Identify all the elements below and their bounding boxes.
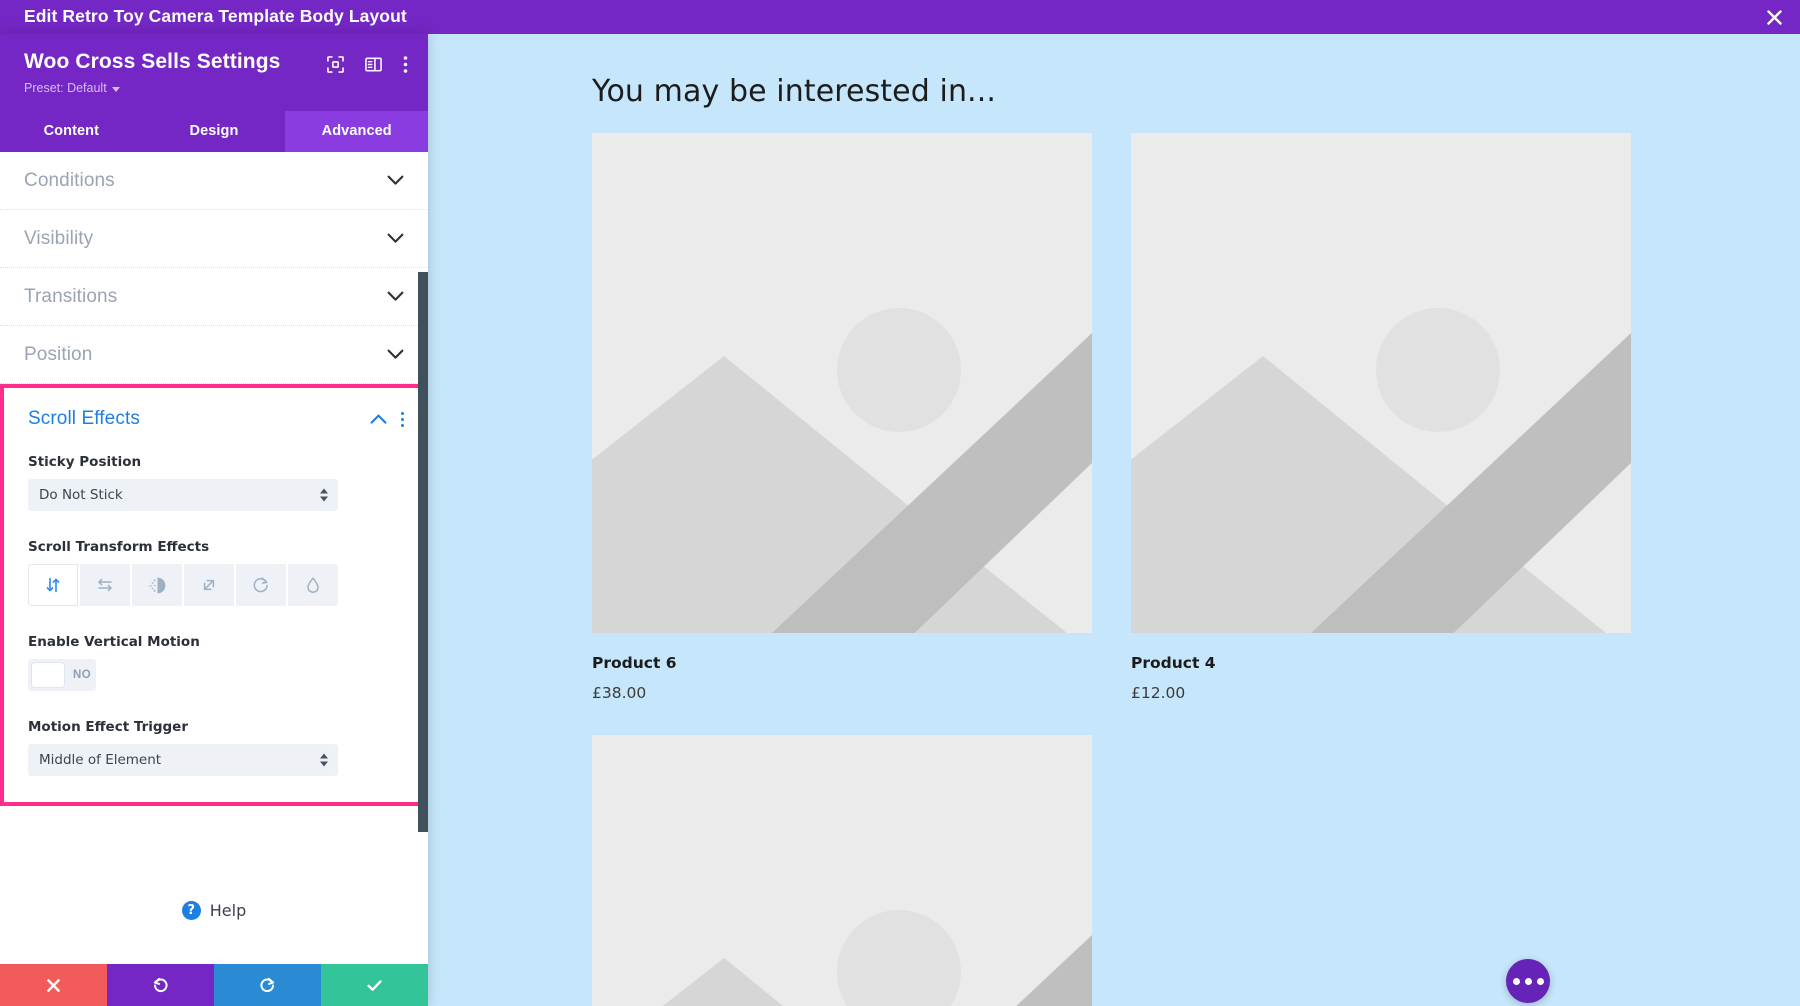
product-image-placeholder[interactable] bbox=[592, 133, 1092, 633]
chevron-down-icon[interactable] bbox=[387, 349, 404, 360]
close-icon[interactable] bbox=[1748, 0, 1800, 34]
accordion-section-visibility[interactable]: Visibility bbox=[0, 210, 428, 268]
toggle-knob bbox=[32, 663, 64, 687]
app-bar-title: Edit Retro Toy Camera Template Body Layo… bbox=[24, 6, 407, 27]
accordion-section-transitions[interactable]: Transitions bbox=[0, 268, 428, 326]
blur-icon[interactable] bbox=[288, 564, 338, 606]
section-label: Conditions bbox=[24, 169, 115, 191]
scroll-transform-effects-group bbox=[28, 564, 404, 606]
accordion-section-position[interactable]: Position bbox=[0, 326, 428, 384]
settings-scrollbar[interactable] bbox=[418, 272, 428, 832]
sticky-position-value: Do Not Stick bbox=[39, 487, 123, 503]
sticky-position-label: Sticky Position bbox=[28, 454, 142, 470]
cross-sells-heading: You may be interested in... bbox=[592, 74, 996, 109]
product-card[interactable]: Product 4 £12.00 bbox=[1131, 133, 1631, 702]
section-label: Transitions bbox=[24, 285, 118, 307]
settings-tabs: Content Design Advanced bbox=[0, 111, 429, 152]
more-options-button[interactable] bbox=[1506, 959, 1550, 1003]
product-name[interactable]: Product 4 bbox=[1131, 654, 1631, 672]
app-bar: Edit Retro Toy Camera Template Body Layo… bbox=[0, 0, 1800, 34]
kebab-menu-icon[interactable] bbox=[403, 55, 408, 74]
chevron-down-icon[interactable] bbox=[387, 291, 404, 302]
scroll-transform-effects-label: Scroll Transform Effects bbox=[28, 539, 210, 555]
website-preview-canvas[interactable]: You may be interested in... Product 6 £3… bbox=[428, 34, 1800, 1006]
horizontal-motion-icon[interactable] bbox=[80, 564, 130, 606]
product-card[interactable]: Product 6 £38.00 bbox=[592, 133, 1092, 702]
product-image-placeholder[interactable] bbox=[592, 735, 1092, 1006]
product-price: £12.00 bbox=[1131, 684, 1186, 702]
screen: You may be interested in... Product 6 £3… bbox=[0, 0, 1800, 1006]
layout-panel-icon[interactable] bbox=[365, 56, 382, 73]
save-button[interactable] bbox=[321, 964, 428, 1006]
module-settings-modal: Woo Cross Sells Settings Preset: Default… bbox=[0, 34, 429, 1006]
section-options-icon[interactable] bbox=[401, 411, 404, 427]
section-label: Position bbox=[24, 343, 93, 365]
scaling-up-down-icon[interactable] bbox=[184, 564, 234, 606]
modal-title: Woo Cross Sells Settings bbox=[24, 50, 281, 73]
product-price: £38.00 bbox=[592, 684, 647, 702]
help-row[interactable]: ? Help bbox=[0, 856, 428, 964]
ellipsis-dot bbox=[1536, 977, 1544, 985]
enable-vertical-motion-label: Enable Vertical Motion bbox=[28, 634, 200, 650]
focus-target-icon[interactable] bbox=[327, 56, 344, 73]
fade-in-out-icon[interactable] bbox=[132, 564, 182, 606]
redo-button[interactable] bbox=[214, 964, 321, 1006]
chevron-up-icon[interactable] bbox=[370, 414, 387, 425]
tab-advanced[interactable]: Advanced bbox=[285, 111, 429, 152]
preset-selector[interactable]: Preset: Default bbox=[24, 81, 408, 111]
rotating-icon[interactable] bbox=[236, 564, 286, 606]
undo-button[interactable] bbox=[107, 964, 214, 1006]
product-card[interactable] bbox=[592, 735, 1092, 1006]
section-label: Scroll Effects bbox=[28, 408, 140, 429]
stepper-arrows-icon bbox=[320, 488, 328, 502]
enable-vertical-motion-toggle[interactable]: NO bbox=[28, 659, 96, 691]
product-name[interactable]: Product 6 bbox=[592, 654, 1092, 672]
motion-effect-trigger-value: Middle of Element bbox=[39, 752, 162, 768]
toggle-state-label: NO bbox=[73, 669, 92, 681]
settings-panel-body: Conditions Visibility Transitions Positi… bbox=[0, 152, 428, 856]
vertical-motion-icon[interactable] bbox=[28, 564, 78, 606]
stepper-arrows-icon bbox=[320, 753, 328, 767]
modal-header: Woo Cross Sells Settings Preset: Default bbox=[0, 34, 428, 111]
section-label: Visibility bbox=[24, 227, 94, 249]
chevron-down-icon bbox=[111, 86, 120, 92]
motion-effect-trigger-select[interactable]: Middle of Element bbox=[28, 744, 338, 776]
preset-label: Preset: Default bbox=[24, 81, 107, 95]
help-label: Help bbox=[209, 900, 247, 920]
motion-effect-trigger-label: Motion Effect Trigger bbox=[28, 719, 188, 735]
accordion-section-scroll-effects[interactable]: Scroll Effects Sticky Position Do Not St… bbox=[0, 384, 428, 806]
product-grid: Product 6 £38.00 Product 4 £12.00 bbox=[428, 109, 1800, 1006]
ellipsis-dot bbox=[1512, 977, 1520, 985]
tab-design[interactable]: Design bbox=[143, 111, 286, 152]
chevron-down-icon[interactable] bbox=[387, 233, 404, 244]
modal-action-bar bbox=[0, 964, 428, 1006]
chevron-down-icon[interactable] bbox=[387, 175, 404, 186]
accordion-section-conditions[interactable]: Conditions bbox=[0, 152, 428, 210]
product-image-placeholder[interactable] bbox=[1131, 133, 1631, 633]
ellipsis-dot bbox=[1524, 977, 1532, 985]
cancel-button[interactable] bbox=[0, 964, 107, 1006]
question-mark-icon: ? bbox=[181, 900, 201, 920]
sticky-position-select[interactable]: Do Not Stick bbox=[28, 479, 338, 511]
tab-content[interactable]: Content bbox=[0, 111, 143, 152]
